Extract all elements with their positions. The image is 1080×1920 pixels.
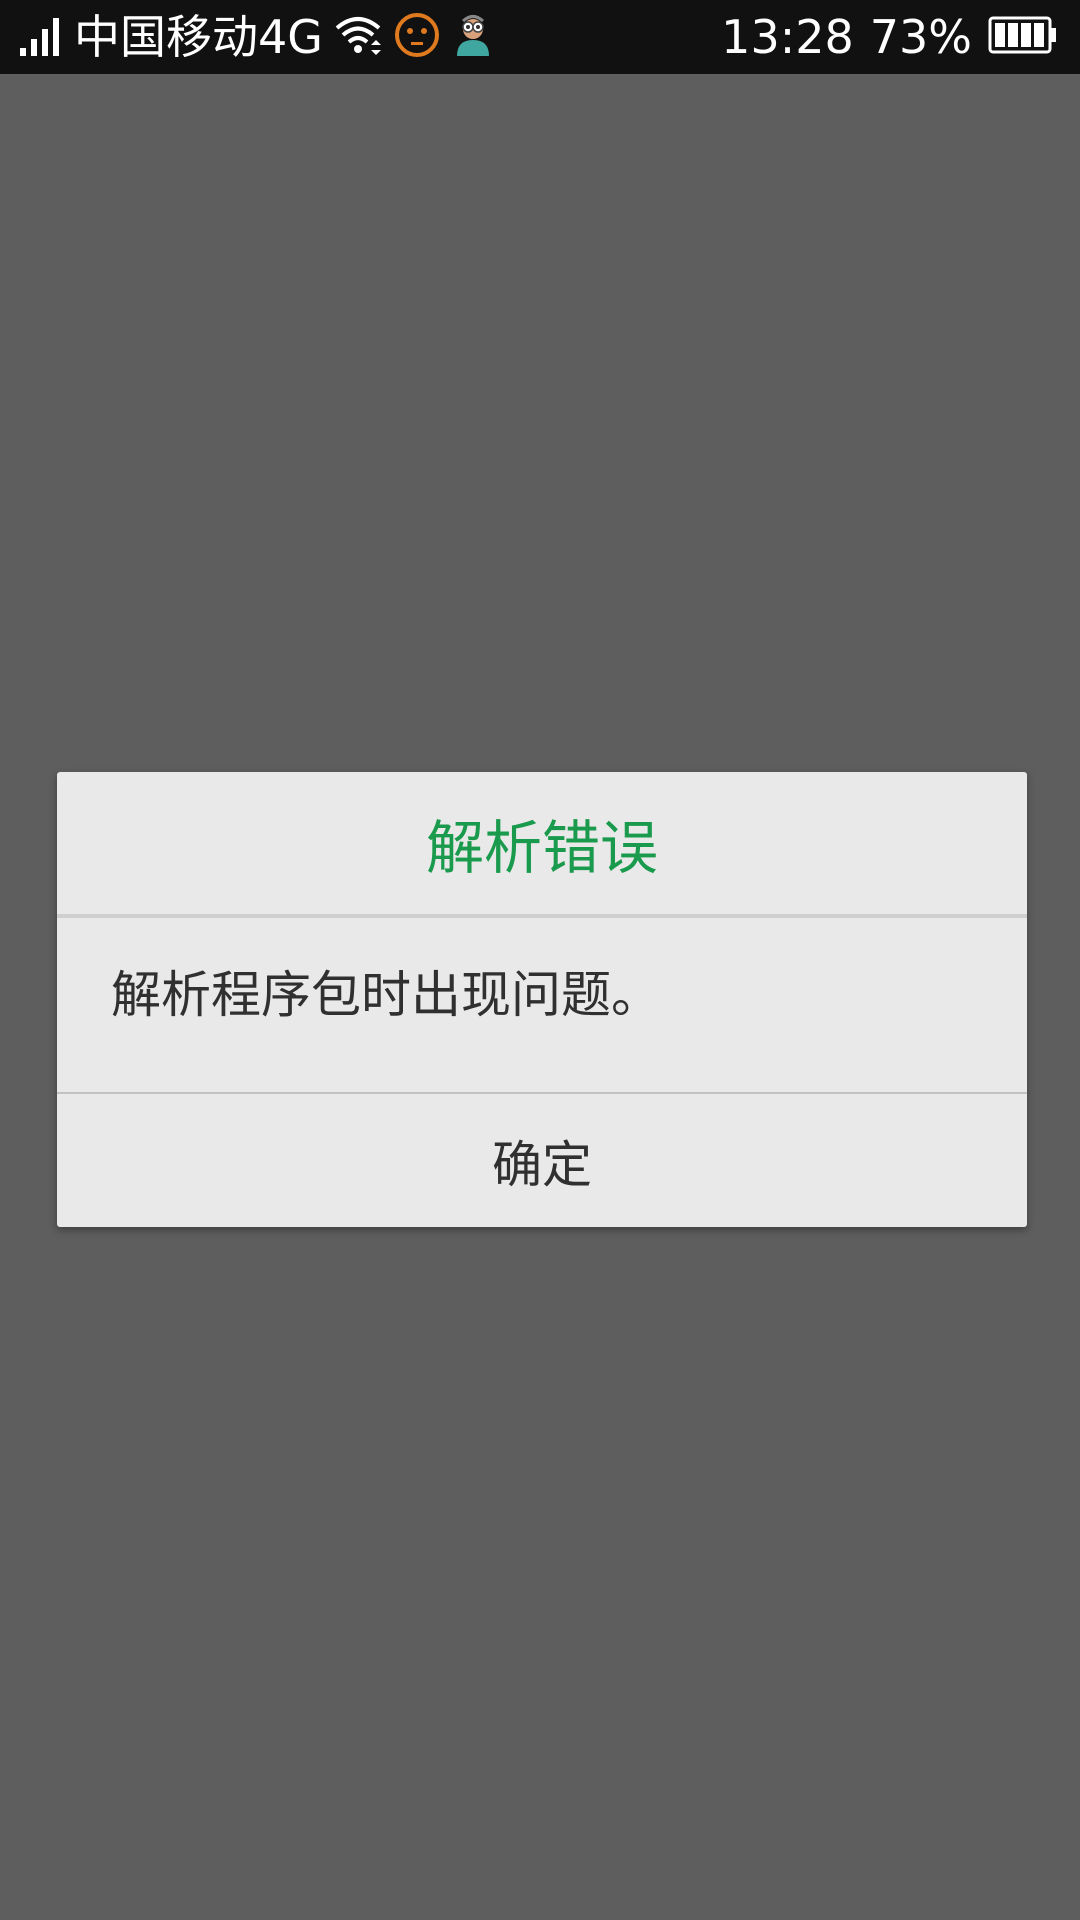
dialog-title: 解析错误 xyxy=(425,814,658,882)
battery-percent: 73% xyxy=(869,10,972,64)
carrier-label: 中国移动4G xyxy=(74,10,323,64)
status-bar-left: 中国移动4G xyxy=(18,0,495,74)
status-bar: 中国移动4G 13:28 73% xyxy=(0,0,1080,74)
signal-icon xyxy=(18,12,64,62)
clock: 13:28 xyxy=(721,10,854,64)
wifi-icon xyxy=(333,12,383,62)
face-icon xyxy=(393,11,441,63)
status-bar-right: 13:28 73% xyxy=(721,0,1058,74)
battery-icon xyxy=(988,15,1058,59)
parse-error-dialog: 解析错误 解析程序包时出现问题。 确定 xyxy=(57,772,1027,1227)
dialog-message: 解析程序包时出现问题。 xyxy=(111,966,661,1024)
ok-button[interactable]: 确定 xyxy=(57,1094,1027,1227)
avatar-icon xyxy=(451,12,495,62)
